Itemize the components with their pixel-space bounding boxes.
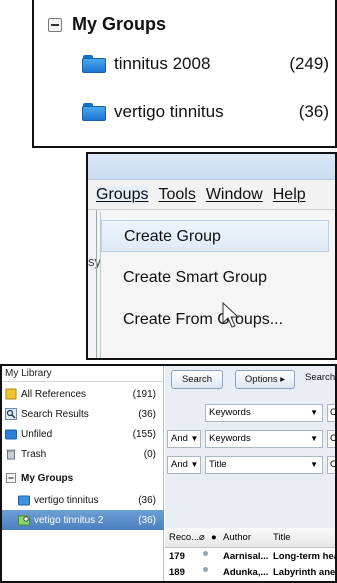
options-button[interactable]: Options ▸ [235,370,295,389]
condition-select[interactable]: Con [327,430,335,448]
table-row[interactable]: 189 Adunka,... Labyrinth anes [165,566,335,581]
search-row: And ▼ Keywords ▼ Con [165,430,335,450]
menu-bar: Groups Tools Window Help [88,180,335,210]
sidebar-group-vertigo-tinnitus[interactable]: vertigo tinnitus (36) [2,490,164,510]
cell-record: 189 [169,567,185,578]
group-header-label: My Groups [21,472,74,484]
collapse-icon[interactable] [5,472,17,484]
groups-menu-panel: Groups Tools Window Help sy Create Group… [86,152,337,360]
item-count: (191) [132,388,156,400]
search-button[interactable]: Search [171,370,223,389]
chevron-down-icon: ▼ [310,434,318,443]
group-count: (36) [298,102,329,121]
menu-item-create-group[interactable]: Create Group [101,220,329,252]
unread-dot-icon [203,551,208,556]
column-title[interactable]: Title [273,532,291,543]
menu-item-create-smart-group[interactable]: Create Smart Group [101,262,329,294]
separator [96,210,97,358]
library-panel: My Library All References (191) Search R… [0,364,337,583]
my-groups-header[interactable]: My Groups [2,468,164,488]
smart-group-icon [18,514,30,526]
table-row[interactable]: 179 Aarnisal... Long-term hea [165,550,335,565]
item-count: (36) [138,514,156,526]
item-label: Trash [21,448,47,460]
cell-title: Long-term hea [273,551,337,562]
bool-value: And [171,433,188,444]
search-row: And ▼ Title ▼ Con [165,456,335,476]
my-groups-header[interactable]: My Groups [48,14,166,35]
column-author[interactable]: Author [223,532,251,543]
my-groups-panel: My Groups tinnitus 2008 (249) vertigo ti… [32,0,337,148]
item-label: Search Results [21,408,89,420]
table-header: Reco... ⌀ ● Author Title [165,528,335,548]
unread-dot-icon [203,567,208,572]
column-record[interactable]: Reco... [169,532,199,543]
unfiled-icon [5,428,17,440]
my-groups-label: My Groups [72,14,167,34]
library-header: My Library [2,366,163,382]
item-count: (0) [143,448,156,460]
cell-record: 179 [169,551,185,562]
chevron-down-icon: ▼ [310,460,318,469]
bool-value: And [171,459,188,470]
cell-author: Aarnisal... [223,551,269,562]
group-name: vertigo tinnitus [114,102,224,121]
window-titlebar [88,154,335,180]
bool-select[interactable]: And ▼ [167,456,201,474]
item-count: (155) [132,428,156,440]
reference-table: Reco... ⌀ ● Author Title 179 Aarnisal...… [165,528,335,581]
field-select[interactable]: Keywords ▼ [205,430,323,448]
menu-item-create-from-groups[interactable]: Create From Groups... [101,304,329,336]
library-sidebar: My Library All References (191) Search R… [2,366,164,581]
item-count: (36) [138,494,156,506]
chevron-down-icon: ▼ [190,460,199,469]
field-select[interactable]: Keywords ▼ [205,404,323,422]
mouse-cursor-icon [222,302,240,328]
paperclip-icon[interactable]: ⌀ [199,532,205,543]
group-name: tinnitus 2008 [114,54,211,73]
cell-author: Adunka,... [223,567,269,578]
item-label: Unfiled [21,428,53,440]
chevron-down-icon: ▼ [310,408,318,417]
sidebar-group-vetigo-tinnitus-2[interactable]: vetigo tinnitus 2 (36) [2,510,164,530]
group-item-vertigo-tinnitus[interactable]: vertigo tinnitus (36) [82,96,329,128]
groups-dropdown: Create Group Create Smart Group Create F… [100,212,335,358]
read-status-icon[interactable]: ● [211,532,217,543]
menu-window[interactable]: Window [206,186,263,204]
search-row: Keywords ▼ Con [165,404,335,424]
sidebar-item-trash[interactable]: Trash (0) [2,444,164,464]
trash-icon [5,448,17,460]
search-whole-library-label[interactable]: Search Whole [305,372,335,383]
bool-select[interactable]: And ▼ [167,430,201,448]
item-label: All References [21,388,87,400]
item-label: vertigo tinnitus [34,494,99,506]
menu-groups[interactable]: Groups [96,185,149,204]
item-label: vetigo tinnitus 2 [34,514,104,526]
folder-icon [82,103,106,121]
folder-icon [18,494,30,506]
sidebar-item-search-results[interactable]: Search Results (36) [2,404,164,424]
cell-title: Labyrinth anes [273,567,337,578]
field-select[interactable]: Title ▼ [205,456,323,474]
search-area: Search Options ▸ Search Whole Keywords ▼ … [165,366,335,581]
field-value: Title [209,459,227,470]
all-references-icon [5,388,17,400]
field-value: Keywords [209,407,251,418]
group-item-tinnitus-2008[interactable]: tinnitus 2008 (249) [82,48,329,80]
collapse-icon[interactable] [48,17,62,32]
condition-select[interactable]: Con [327,456,335,474]
item-count: (36) [138,408,156,420]
sidebar-item-all-references[interactable]: All References (191) [2,384,164,404]
search-results-icon [5,408,17,420]
condition-select[interactable]: Con [327,404,335,422]
field-value: Keywords [209,433,251,444]
group-count: (249) [289,54,329,73]
sidebar-item-unfiled[interactable]: Unfiled (155) [2,424,164,444]
menu-help[interactable]: Help [273,186,306,204]
chevron-down-icon: ▼ [190,434,199,443]
menu-tools[interactable]: Tools [158,186,195,204]
folder-icon [82,55,106,73]
